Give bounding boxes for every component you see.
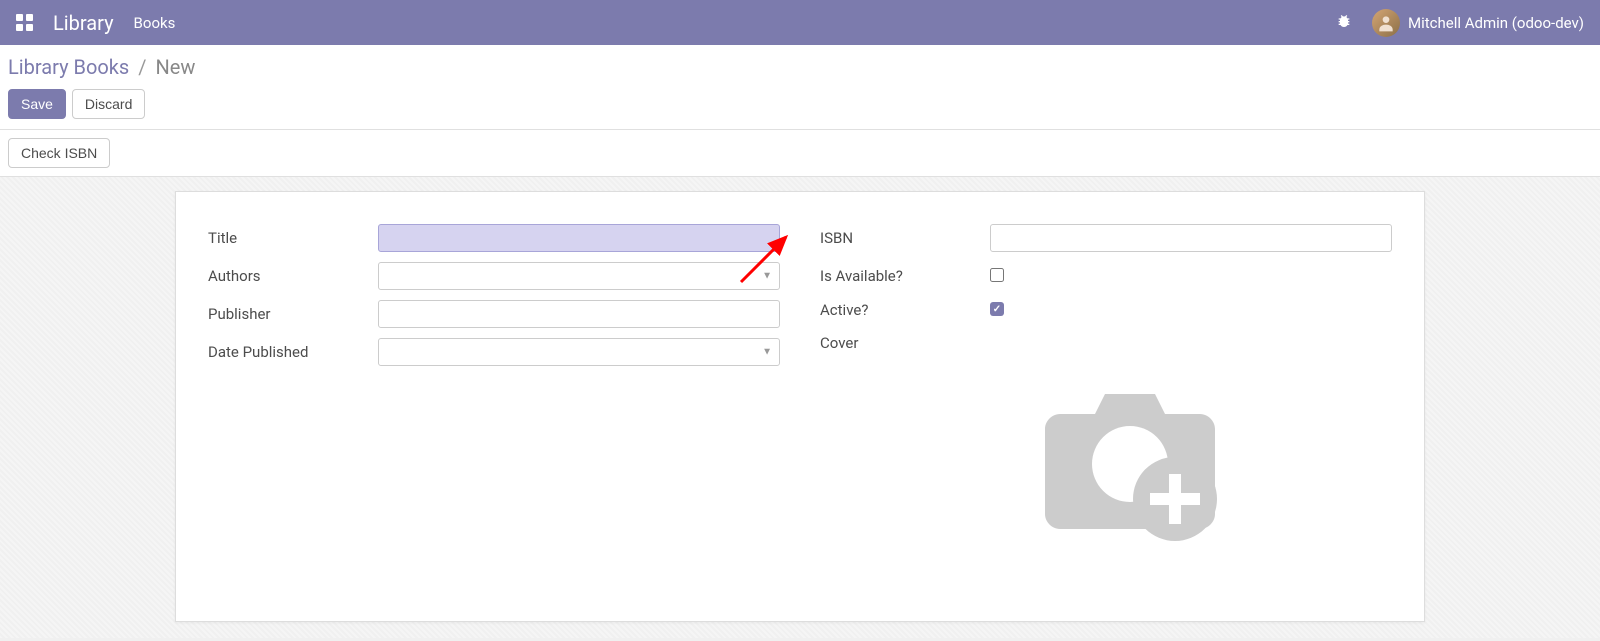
form-buttons: Save Discard [8,89,1592,119]
active-checkbox[interactable] [990,302,1004,316]
breadcrumb-current: New [155,55,195,79]
form-column-left: Title Authors ▼ Publisher [208,224,780,589]
field-row-isbn: ISBN [820,224,1392,252]
check-isbn-button[interactable]: Check ISBN [8,138,110,168]
user-avatar-icon [1372,9,1400,37]
field-row-cover: Cover [820,329,1392,579]
field-row-date-published: Date Published ▼ [208,338,780,366]
user-name-label: Mitchell Admin (odoo-dev) [1408,14,1584,32]
breadcrumb: Library Books / New [8,55,1592,79]
top-navbar: Library Books Mitchell Admin (odoo-dev) [0,0,1600,45]
is-available-label: Is Available? [820,262,990,285]
title-input[interactable] [378,224,780,252]
apps-menu-icon[interactable] [16,14,33,31]
navbar-right: Mitchell Admin (odoo-dev) [1336,9,1584,37]
control-panel: Library Books / New Save Discard [0,45,1600,130]
discard-button[interactable]: Discard [72,89,145,119]
breadcrumb-parent[interactable]: Library Books [8,55,129,79]
date-published-label: Date Published [208,338,378,361]
date-published-input[interactable] [378,338,780,366]
action-bar: Check ISBN [0,130,1600,177]
form-column-right: ISBN Is Available? Active? [820,224,1392,589]
camera-add-icon [1020,359,1240,559]
save-button[interactable]: Save [8,89,66,119]
active-label: Active? [820,296,990,319]
menu-books[interactable]: Books [134,14,176,32]
publisher-label: Publisher [208,300,378,323]
authors-input[interactable] [378,262,780,290]
app-title[interactable]: Library [53,11,114,35]
field-row-authors: Authors ▼ [208,262,780,290]
user-menu[interactable]: Mitchell Admin (odoo-dev) [1372,9,1584,37]
field-row-active: Active? [820,296,1392,319]
debug-icon[interactable] [1336,13,1352,33]
field-row-is-available: Is Available? [820,262,1392,286]
authors-label: Authors [208,262,378,285]
form-columns: Title Authors ▼ Publisher [208,224,1392,589]
isbn-label: ISBN [820,224,990,247]
breadcrumb-separator: / [138,55,146,79]
publisher-input[interactable] [378,300,780,328]
isbn-input[interactable] [990,224,1392,252]
form-sheet: Title Authors ▼ Publisher [175,191,1425,622]
field-row-title: Title [208,224,780,252]
navbar-left: Library Books [16,11,175,35]
is-available-checkbox[interactable] [990,268,1004,282]
title-label: Title [208,224,378,247]
main-area: Title Authors ▼ Publisher [0,177,1600,638]
cover-label: Cover [820,329,990,352]
cover-image-upload[interactable] [990,339,1270,579]
field-row-publisher: Publisher [208,300,780,328]
